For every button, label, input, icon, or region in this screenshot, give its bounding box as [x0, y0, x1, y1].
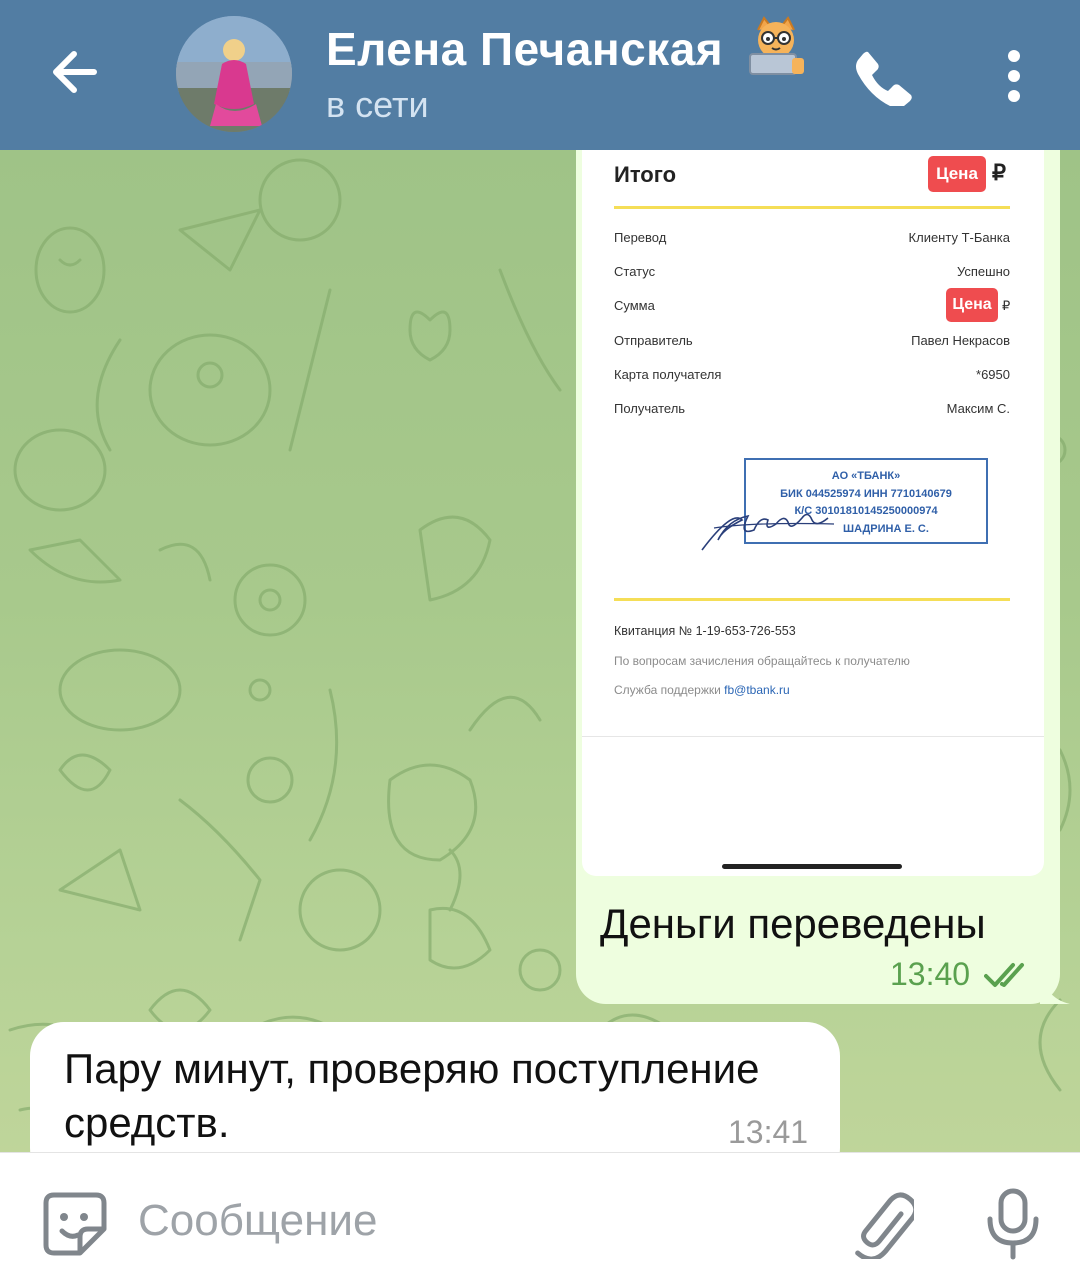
receipt-row: Карта получателя *6950: [614, 367, 1010, 382]
receipt-total-label: Итого: [614, 162, 677, 187]
avatar[interactable]: [176, 16, 292, 132]
microphone-icon[interactable]: [984, 1187, 1042, 1261]
amount-currency: ₽: [1002, 298, 1011, 313]
message-input-bar: [0, 1152, 1080, 1279]
price-badge: Цена: [928, 156, 986, 192]
receipt-row: Статус Успешно: [614, 264, 1010, 279]
receipt-divider: [614, 598, 1010, 601]
receipt-bottom-divider: [582, 736, 1044, 737]
incoming-message-text: Пару минут, проверяю поступление средств…: [64, 1045, 760, 1146]
outgoing-message-time: 13:40: [890, 956, 971, 992]
arrow-left-icon[interactable]: [44, 40, 108, 104]
signature-image: [701, 513, 835, 551]
incoming-message-time: 13:41: [728, 1114, 809, 1150]
support-email-link[interactable]: fb@tbank.ru: [724, 683, 790, 697]
home-indicator: [722, 864, 902, 869]
more-vertical-icon[interactable]: [1000, 48, 1028, 104]
sticker-smile-icon[interactable]: [40, 1189, 110, 1259]
receipt-image[interactable]: Итого Цена ₽ Перевод Клиенту Т-Банка Стат…: [582, 150, 1044, 876]
amount-price-badge: Цена: [946, 288, 998, 322]
receipt-row: Перевод Клиенту Т-Банка: [614, 230, 1010, 245]
receipt-divider: [614, 206, 1010, 209]
receipt-question-text: По вопросам зачисления обращайтесь к пол…: [614, 654, 910, 668]
double-check-icon: [984, 963, 1024, 987]
outgoing-message-text: Деньги переведены: [600, 900, 986, 947]
chat-header: Елена Печанская в сети: [0, 0, 1080, 150]
paperclip-icon[interactable]: [850, 1189, 914, 1259]
receipt-support: Служба поддержки fb@tbank.ru: [614, 683, 790, 697]
phone-icon[interactable]: [852, 46, 912, 106]
avatar-photo: [176, 16, 292, 132]
contact-status: в сети: [326, 84, 429, 125]
receipt-number: Квитанция № 1-19-653-726-553: [614, 624, 796, 638]
bubble-tail: [1040, 968, 1070, 1004]
cat-laptop-icon: [749, 16, 804, 75]
receipt-row: Отправитель Павел Некрасов: [614, 333, 1010, 348]
receipt-row: Получатель Максим С.: [614, 401, 1010, 416]
message-input[interactable]: [138, 1191, 818, 1251]
currency-sign: ₽: [992, 160, 1006, 185]
contact-name[interactable]: Елена Печанская: [326, 22, 723, 76]
